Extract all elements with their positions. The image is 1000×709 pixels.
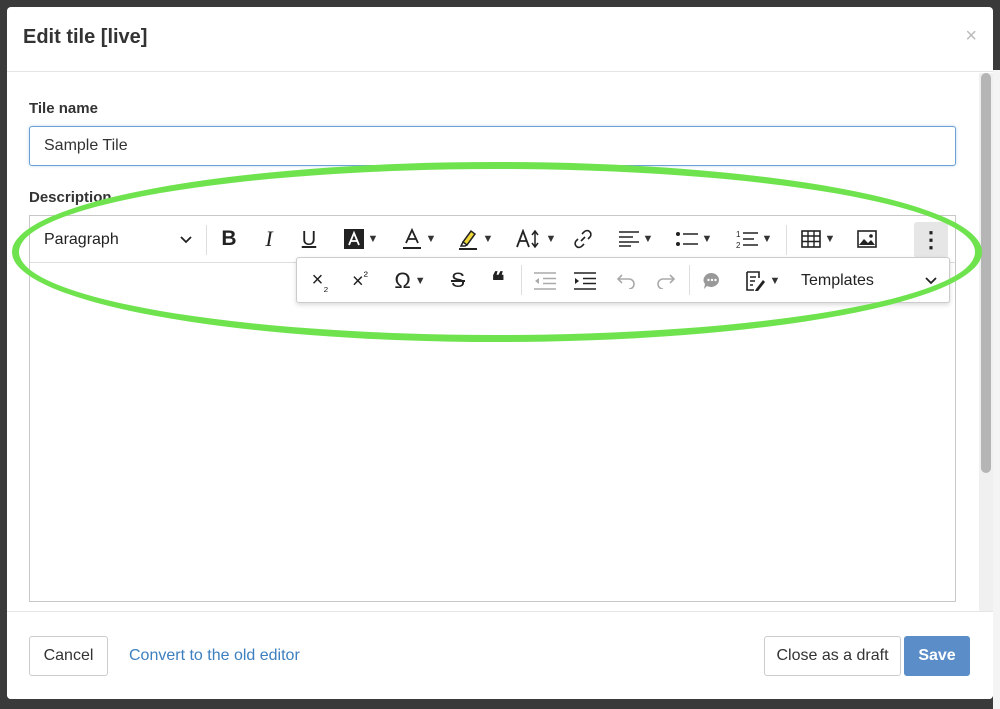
- svg-text:1: 1: [736, 230, 741, 239]
- undo-icon: [616, 274, 635, 289]
- chevron-down-icon: ▼: [824, 233, 836, 245]
- table-icon: [800, 230, 821, 248]
- numbered-list-icon: 12: [736, 230, 758, 249]
- subscript-icon: ×₂: [311, 268, 329, 294]
- edit-document-icon: [745, 271, 765, 291]
- indent-button[interactable]: [571, 266, 599, 296]
- cancel-button[interactable]: Cancel: [29, 636, 108, 676]
- comment-icon: [703, 272, 720, 289]
- outdent-icon: [534, 272, 556, 290]
- alignment-button[interactable]: ▼: [612, 224, 660, 254]
- track-changes-button[interactable]: ▼: [737, 266, 787, 296]
- numbered-list-button[interactable]: 12 ▼: [730, 224, 778, 254]
- text-background-icon: [343, 229, 364, 249]
- bulleted-list-icon: [675, 232, 698, 246]
- redo-icon: [657, 274, 676, 289]
- more-tools-button[interactable]: ⋮: [914, 222, 948, 258]
- modal-header: Edit tile [live] ×: [7, 7, 993, 72]
- redo-button[interactable]: [653, 266, 679, 296]
- modal-body: Tile name Description Paragraph B I U: [7, 73, 979, 611]
- paragraph-format-label: Paragraph: [44, 231, 119, 248]
- insert-link-button[interactable]: [570, 224, 596, 254]
- bold-button[interactable]: B: [216, 224, 242, 254]
- templates-dropdown[interactable]: Templates: [795, 266, 943, 296]
- toolbar-separator: [521, 265, 522, 295]
- font-size-icon: [515, 229, 539, 249]
- modal-title: Edit tile [live]: [23, 26, 148, 48]
- tile-name-input[interactable]: [29, 126, 956, 166]
- chevron-down-icon: ▼: [761, 233, 773, 245]
- description-label: Description: [29, 189, 112, 206]
- toolbar-separator: [786, 225, 787, 255]
- svg-text:2: 2: [736, 241, 741, 249]
- description-editor[interactable]: Paragraph B I U ▼ ▼ ▼ ▼ ▼ ▼ 1 2 ▼ ▼ ⋮ ×₂…: [29, 215, 956, 602]
- image-icon: [857, 230, 877, 248]
- edit-tile-modal: Edit tile [live] × Tile name Description…: [7, 7, 993, 699]
- bold-icon: B: [221, 227, 237, 250]
- subscript-button[interactable]: ×₂: [305, 266, 335, 296]
- editor-toolbar-main: Paragraph B I U ▼ ▼ ▼ ▼ ▼ ▼ 1 2 ▼ ▼ ⋮: [30, 216, 955, 263]
- superscript-button[interactable]: ×²: [345, 266, 375, 296]
- omega-icon: Ω: [394, 268, 411, 293]
- tile-name-label: Tile name: [29, 100, 98, 117]
- modal-scrollbar[interactable]: [979, 73, 993, 611]
- paragraph-format-dropdown[interactable]: Paragraph: [38, 225, 198, 255]
- underline-button[interactable]: U: [296, 224, 322, 254]
- chevron-down-icon: [925, 277, 937, 285]
- comment-button[interactable]: [699, 266, 725, 296]
- vertical-dots-icon: ⋮: [920, 227, 942, 252]
- toolbar-separator: [206, 225, 207, 255]
- chevron-down-icon: ▼: [642, 233, 654, 245]
- quote-icon: ❝: [491, 267, 505, 295]
- chevron-down-icon: [180, 236, 192, 244]
- scrollbar-thumb[interactable]: [981, 73, 991, 473]
- strikethrough-button[interactable]: S: [445, 266, 471, 296]
- highlight-button[interactable]: ▼: [452, 224, 498, 254]
- templates-label: Templates: [801, 272, 874, 289]
- font-color-button[interactable]: ▼: [396, 224, 442, 254]
- italic-icon: I: [265, 226, 273, 251]
- strikethrough-icon: S: [450, 269, 465, 292]
- insert-table-button[interactable]: ▼: [794, 224, 842, 254]
- chevron-down-icon: ▼: [769, 275, 781, 287]
- close-icon[interactable]: ×: [965, 25, 977, 48]
- block-quote-button[interactable]: ❝: [485, 266, 511, 296]
- chevron-down-icon: ▼: [367, 233, 379, 245]
- background-page-strip: [993, 70, 1000, 709]
- link-icon: [574, 229, 592, 249]
- chevron-down-icon: ▼: [482, 233, 494, 245]
- close-as-draft-button[interactable]: Close as a draft: [764, 636, 901, 676]
- chevron-down-icon: ▼: [701, 233, 713, 245]
- convert-to-old-editor-link[interactable]: Convert to the old editor: [129, 647, 300, 665]
- highlighter-icon: [458, 229, 477, 250]
- background-color-button[interactable]: ▼: [338, 224, 384, 254]
- underline-icon: U: [301, 227, 317, 250]
- bulleted-list-button[interactable]: ▼: [670, 224, 718, 254]
- special-characters-button[interactable]: Ω ▼: [387, 266, 433, 296]
- superscript-icon: ×²: [351, 268, 369, 293]
- indent-icon: [574, 272, 596, 290]
- chevron-down-icon: ▼: [545, 233, 557, 245]
- editor-toolbar-overflow: ×₂ ×² Ω ▼ S ❝ ▼ Templates: [296, 257, 950, 303]
- modal-footer: Cancel Convert to the old editor Close a…: [7, 611, 993, 699]
- chevron-down-icon: ▼: [414, 275, 426, 287]
- italic-button[interactable]: I: [256, 224, 282, 254]
- save-button[interactable]: Save: [904, 636, 970, 676]
- undo-button[interactable]: [613, 266, 639, 296]
- toolbar-separator: [689, 265, 690, 295]
- font-color-icon: [402, 228, 421, 249]
- font-size-button[interactable]: ▼: [512, 224, 560, 254]
- chevron-down-icon: ▼: [425, 233, 437, 245]
- outdent-button[interactable]: [531, 266, 559, 296]
- insert-image-button[interactable]: [854, 224, 880, 254]
- align-left-icon: [618, 231, 639, 247]
